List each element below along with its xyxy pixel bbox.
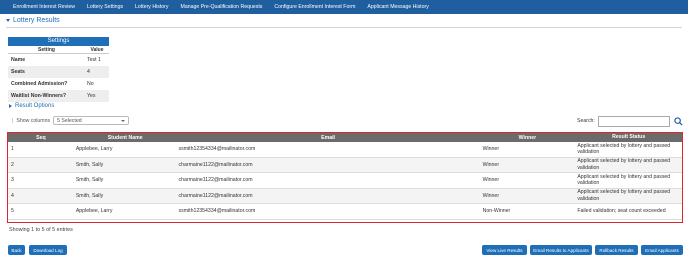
cell-winner: Winner <box>482 177 500 184</box>
divider <box>6 27 682 28</box>
cell-email: charmaine1122@mailinator.com <box>178 177 253 184</box>
email-results-to-applicants-button[interactable]: Email Results to Applicants <box>530 245 592 255</box>
cell-seq: 3 <box>11 177 14 184</box>
search-input[interactable] <box>597 115 670 127</box>
show-columns-select[interactable]: 5 Selected <box>53 116 130 125</box>
table-row: 3 Smith, Sally charmaine1122@mailinator.… <box>8 173 682 189</box>
download-log-button[interactable]: Download Log <box>29 245 67 255</box>
settings-row: Waitlist Non-Winners? Yes <box>8 90 109 102</box>
email-applicants-button[interactable]: Email Applicants <box>641 245 683 255</box>
col-email[interactable]: Email <box>177 135 480 141</box>
setting-key: Combined Admission? <box>11 81 68 87</box>
cell-email: charmaine1122@mailinator.com <box>178 161 253 168</box>
setting-value: 4 <box>87 69 90 75</box>
cell-student-name: Smith, Sally <box>75 192 104 199</box>
cell-student-name: Smith, Sally <box>75 161 104 168</box>
show-columns-label: Show columns <box>16 117 51 124</box>
search-label: Search: <box>577 118 595 124</box>
table-row: 1 Applebee, Larry ssmith12354334@mailina… <box>8 142 682 158</box>
setting-value: No <box>87 81 94 87</box>
cell-seq: 4 <box>11 192 14 199</box>
back-button[interactable]: Back <box>8 245 25 255</box>
col-winner[interactable]: Winner <box>480 135 576 141</box>
view-live-results-button[interactable]: View Live Results <box>482 245 527 255</box>
settings-title: Settings <box>8 37 109 46</box>
chevron-down-icon <box>6 19 10 22</box>
section-title: Lottery Results <box>13 17 60 24</box>
lottery-results-header[interactable]: Lottery Results <box>6 17 60 24</box>
settings-row: Name Test 1 <box>8 54 109 66</box>
cell-result-status: Applicant selected by lottery and passed… <box>577 142 671 156</box>
cell-student-name: Smith, Sally <box>75 177 104 184</box>
search-control: Search: <box>577 115 685 127</box>
col-result-status[interactable]: Result Status <box>575 134 682 141</box>
cell-result-status: Failed validation; seat count exceeded <box>577 208 666 214</box>
result-options-label: Result Options <box>15 103 55 109</box>
table-header: Seq Student Name Email Winner Result Sta… <box>8 133 682 142</box>
cell-result-status: Applicant selected by lottery and passed… <box>577 189 671 202</box>
setting-key: Seats <box>11 69 25 75</box>
cell-winner: Winner <box>482 192 500 199</box>
chevron-down-icon <box>121 119 126 122</box>
entries-info: Showing 1 to 5 of 5 entries <box>9 227 73 233</box>
cell-student-name: Applebee, Larry <box>75 208 113 215</box>
cell-student-name: Applebee, Larry <box>75 146 113 153</box>
settings-row: Seats 4 <box>8 66 109 78</box>
settings-header: Setting Value <box>8 46 109 54</box>
cell-seq: 2 <box>11 161 14 168</box>
nav-configure-interest-form[interactable]: Configure Enrollment Interest Form <box>268 4 361 10</box>
nav-enrollment-interest-review[interactable]: Enrollment Interest Review <box>7 4 81 10</box>
table-row: 5 Applebee, Larry ssmith12354334@mailina… <box>8 204 682 220</box>
cell-result-status: Applicant selected by lottery and passed… <box>577 158 671 171</box>
settings-row: Combined Admission? No <box>8 78 109 90</box>
table-row: 2 Smith, Sally charmaine1122@mailinator.… <box>8 157 682 173</box>
setting-key: Name <box>11 57 26 63</box>
cell-seq: 1 <box>11 146 14 153</box>
result-options-toggle[interactable]: Result Options <box>9 103 54 109</box>
setting-value: Test 1 <box>87 57 101 63</box>
cell-result-status: Applicant selected by lottery and passed… <box>577 173 671 187</box>
col-student-name[interactable]: Student Name <box>74 135 177 141</box>
search-button[interactable] <box>673 115 685 127</box>
settings-col-setting: Setting <box>38 47 55 53</box>
settings-col-value: Value <box>90 47 104 53</box>
cell-winner: Winner <box>482 146 500 153</box>
chevron-right-icon <box>9 104 12 108</box>
search-icon <box>674 116 683 126</box>
table-row: 4 Smith, Sally charmaine1122@mailinator.… <box>8 188 682 204</box>
nav-lottery-history[interactable]: Lottery History <box>129 4 174 10</box>
cell-seq: 5 <box>11 208 14 215</box>
nav-applicant-message-history[interactable]: Applicant Message History <box>361 4 434 10</box>
cell-email: charmaine1122@mailinator.com <box>178 192 253 199</box>
nav-lottery-settings[interactable]: Lottery Settings <box>81 4 129 10</box>
show-columns-value: 5 Selected <box>57 117 82 124</box>
col-seq[interactable]: Seq <box>8 135 74 141</box>
divider: | <box>12 117 14 124</box>
nav-pre-qualification-requests[interactable]: Manage Pre-Qualification Requests <box>175 4 269 10</box>
results-table: Seq Student Name Email Winner Result Sta… <box>7 132 683 223</box>
setting-value: Yes <box>87 93 96 99</box>
rollback-results-button[interactable]: Rollback Results <box>595 245 638 255</box>
cell-winner: Non-Winner <box>482 208 511 215</box>
cell-winner: Winner <box>482 161 500 168</box>
show-columns-control: | Show columns 5 Selected <box>12 116 130 125</box>
settings-table: Settings Setting Value Name Test 1 Seats… <box>8 37 109 102</box>
cell-email: ssmith12354334@mailinator.com <box>178 146 256 153</box>
top-nav-bar: Enrollment Interest Review Lottery Setti… <box>0 0 688 14</box>
setting-key: Waitlist Non-Winners? <box>11 93 67 99</box>
cell-email: ssmith12354334@mailinator.com <box>178 208 256 215</box>
